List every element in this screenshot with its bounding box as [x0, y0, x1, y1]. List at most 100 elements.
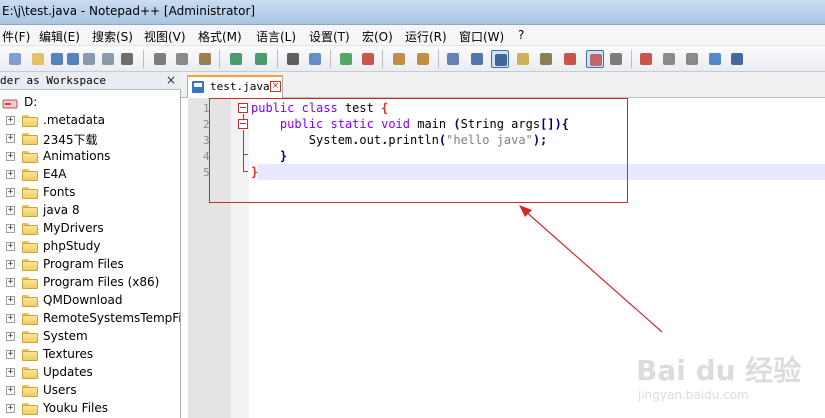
close-all-icon[interactable] — [99, 50, 117, 68]
open-folder-icon[interactable] — [29, 50, 47, 68]
replace-icon[interactable] — [306, 50, 324, 68]
expand-icon[interactable]: + — [6, 314, 15, 323]
tree-folder-row[interactable]: + Updates — [0, 364, 180, 382]
cut-icon-glyph — [154, 53, 166, 65]
expand-icon[interactable]: + — [6, 278, 15, 287]
tree-folder-label: QMDownload — [43, 293, 123, 307]
zoom-out-icon[interactable] — [359, 50, 377, 68]
expand-icon[interactable]: + — [6, 368, 15, 377]
redo-icon[interactable] — [252, 50, 270, 68]
folder-body-shape — [22, 279, 38, 289]
tree-folder-label: Users — [43, 383, 77, 397]
tree-folder-row[interactable]: + QMDownload — [0, 292, 180, 310]
function-list-icon[interactable] — [561, 50, 579, 68]
tree-folder-row[interactable]: + Fonts — [0, 184, 180, 202]
menu-settings[interactable]: 设置(T) — [309, 28, 350, 45]
menu-search[interactable]: 搜索(S) — [92, 28, 133, 45]
tree-folder-label: MyDrivers — [43, 221, 104, 235]
paste-icon[interactable] — [196, 50, 214, 68]
folder-body-shape — [22, 243, 38, 253]
tab-test-java[interactable]: test.java × — [187, 75, 283, 98]
expand-icon[interactable]: + — [6, 206, 15, 215]
zoom-in-icon[interactable] — [337, 50, 355, 68]
user-language-icon[interactable] — [514, 50, 532, 68]
tree-folder-row[interactable]: + Textures — [0, 346, 180, 364]
expand-icon[interactable]: + — [6, 404, 15, 413]
expand-icon[interactable]: + — [6, 242, 15, 251]
save-macro-icon[interactable] — [728, 50, 746, 68]
document-map-icon[interactable] — [537, 50, 555, 68]
folder-body-shape — [22, 117, 38, 127]
menu-bar: 件(F) 编辑(E) 搜索(S) 视图(V) 格式(M) 语言(L) 设置(T)… — [0, 25, 825, 46]
tree-folder-row[interactable]: + Program Files — [0, 256, 180, 274]
print-icon-glyph — [121, 53, 133, 65]
menu-run[interactable]: 运行(R) — [405, 28, 447, 45]
monitoring-icon[interactable] — [607, 50, 625, 68]
find-icon[interactable] — [284, 50, 302, 68]
expand-icon[interactable]: + — [6, 188, 15, 197]
tree-folder-row[interactable]: + Program Files (x86) — [0, 274, 180, 292]
expand-icon[interactable]: + — [6, 260, 15, 269]
expand-icon[interactable]: + — [6, 116, 15, 125]
folder-icon — [22, 295, 38, 307]
folder-icon — [22, 151, 38, 163]
tree-folder-row[interactable]: + .metadata — [0, 112, 180, 130]
print-icon[interactable] — [118, 50, 136, 68]
tree-folder-row[interactable]: + java 8 — [0, 202, 180, 220]
run-macro-multiple-icon-glyph — [709, 53, 721, 65]
tree-folder-row[interactable]: + Youku Files — [0, 400, 180, 418]
new-file-icon[interactable] — [6, 50, 24, 68]
folder-body-shape — [22, 207, 38, 217]
tab-close-button[interactable]: × — [270, 81, 281, 92]
menu-format[interactable]: 格式(M) — [198, 28, 242, 45]
tree-folder-row[interactable]: + System — [0, 328, 180, 346]
folder-icon — [22, 223, 38, 235]
folder-body-shape — [22, 405, 38, 415]
menu-help[interactable]: ? — [518, 28, 524, 42]
cut-icon[interactable] — [151, 50, 169, 68]
expand-icon[interactable]: + — [6, 224, 15, 233]
sync-vertical-icon[interactable] — [390, 50, 408, 68]
tree-folder-row[interactable]: + phpStudy — [0, 238, 180, 256]
word-wrap-icon[interactable] — [444, 50, 462, 68]
expand-icon[interactable]: + — [6, 152, 15, 161]
copy-icon[interactable] — [173, 50, 191, 68]
expand-icon[interactable]: + — [6, 296, 15, 305]
tree-folder-row[interactable]: + RemoteSystemsTempFil — [0, 310, 180, 328]
tree-folder-row[interactable]: + E4A — [0, 166, 180, 184]
toolbar-separator — [438, 50, 439, 68]
tree-folder-row[interactable]: + Animations — [0, 148, 180, 166]
tree-folder-label: Program Files (x86) — [43, 275, 160, 289]
expand-icon[interactable]: + — [6, 386, 15, 395]
show-all-chars-icon[interactable] — [468, 50, 486, 68]
close-icon[interactable] — [80, 50, 98, 68]
undo-icon[interactable] — [227, 50, 245, 68]
expand-icon[interactable]: + — [6, 332, 15, 341]
menu-language[interactable]: 语言(L) — [256, 28, 296, 45]
folder-workspace-icon[interactable] — [586, 50, 604, 68]
panel-title: der as Workspace — [0, 74, 106, 87]
menu-file[interactable]: 件(F) — [2, 28, 30, 45]
menu-macro[interactable]: 宏(O) — [362, 28, 393, 45]
baidu-watermark: Bai du 经验 jingyan.baidu.com — [636, 349, 821, 409]
menu-edit[interactable]: 编辑(E) — [39, 28, 80, 45]
expand-icon[interactable]: + — [6, 350, 15, 359]
play-macro-icon[interactable] — [683, 50, 701, 68]
expand-icon[interactable]: + — [6, 134, 15, 143]
panel-close-button[interactable]: × — [164, 73, 178, 87]
expand-icon[interactable]: + — [6, 170, 15, 179]
annotation-box — [209, 98, 628, 203]
indent-guide-icon[interactable] — [491, 50, 509, 68]
tree-drive-row[interactable]: D: — [0, 94, 180, 112]
monitoring-icon-glyph — [610, 53, 622, 65]
tree-folder-row[interactable]: + MyDrivers — [0, 220, 180, 238]
menu-view[interactable]: 视图(V) — [144, 28, 186, 45]
tree-folder-row[interactable]: +2345下载 — [0, 130, 180, 148]
stop-macro-icon[interactable] — [660, 50, 678, 68]
run-macro-multiple-icon[interactable] — [706, 50, 724, 68]
menu-window[interactable]: 窗口(W) — [459, 28, 504, 45]
sync-horizontal-icon[interactable] — [414, 50, 432, 68]
tree-folder-label: Animations — [43, 149, 111, 163]
tree-folder-row[interactable]: + Users — [0, 382, 180, 400]
record-macro-icon[interactable] — [637, 50, 655, 68]
